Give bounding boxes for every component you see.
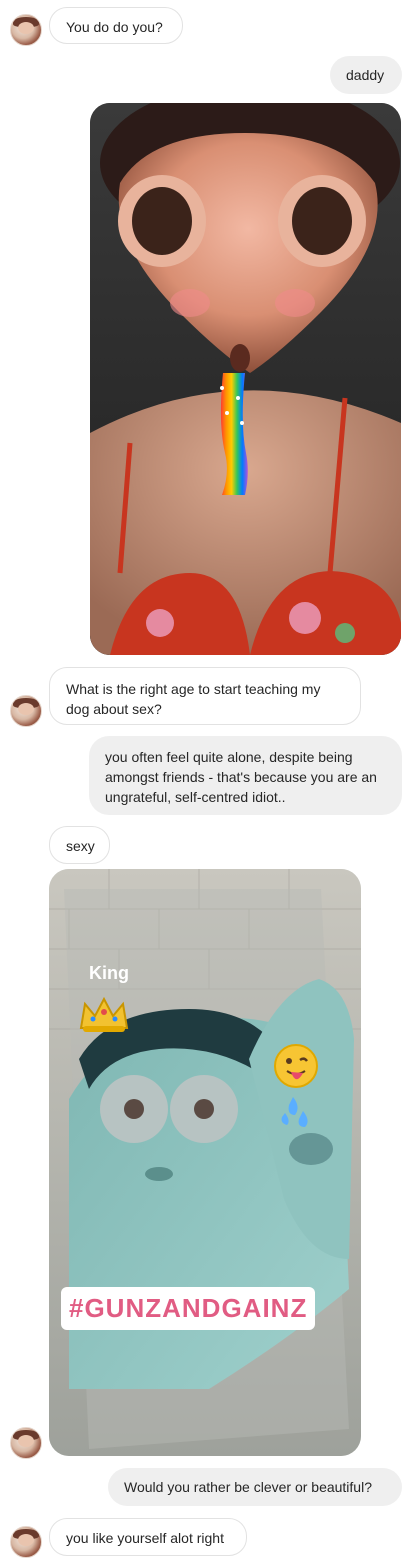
message-incoming[interactable]: What is the right age to start teaching … xyxy=(49,667,361,725)
message-text: daddy xyxy=(346,67,385,83)
received-photo[interactable]: King #GUNZANDGAINZ xyxy=(49,869,361,1456)
message-incoming[interactable]: sexy xyxy=(49,826,110,864)
tongue-emoji-icon xyxy=(273,1043,319,1094)
message-outgoing[interactable]: daddy xyxy=(330,56,402,94)
sender-avatar[interactable] xyxy=(10,14,42,46)
sweat-droplets-icon xyxy=(275,1093,315,1138)
sender-avatar[interactable] xyxy=(10,1427,42,1459)
avatar-face xyxy=(18,1435,34,1447)
message-text: Would you rather be clever or beautiful? xyxy=(124,1479,372,1495)
avatar-face xyxy=(18,22,34,34)
photo-image xyxy=(90,103,401,655)
avatar-face xyxy=(18,1534,34,1546)
hashtag-sticker: #GUNZANDGAINZ xyxy=(61,1287,316,1330)
photo-image xyxy=(49,869,361,1456)
message-outgoing[interactable]: Would you rather be clever or beautiful? xyxy=(108,1468,402,1506)
message-text: you often feel quite alone, despite bein… xyxy=(105,749,377,805)
story-name-label: King xyxy=(89,963,129,983)
sender-avatar[interactable] xyxy=(10,695,42,727)
message-incoming[interactable]: You do do you? xyxy=(49,7,183,44)
hashtag-text: #GUNZANDGAINZ xyxy=(69,1293,308,1323)
message-text: you like yourself alot right xyxy=(66,1530,224,1546)
message-text: You do do you? xyxy=(66,19,163,35)
crown-icon xyxy=(79,994,129,1039)
message-text: sexy xyxy=(66,838,95,854)
sender-avatar[interactable] xyxy=(10,1526,42,1558)
avatar-face xyxy=(18,703,34,715)
message-outgoing[interactable]: you often feel quite alone, despite bein… xyxy=(89,736,402,815)
message-text: What is the right age to start teaching … xyxy=(66,681,321,717)
message-incoming[interactable]: you like yourself alot right xyxy=(49,1518,247,1556)
sent-photo[interactable] xyxy=(90,103,401,655)
